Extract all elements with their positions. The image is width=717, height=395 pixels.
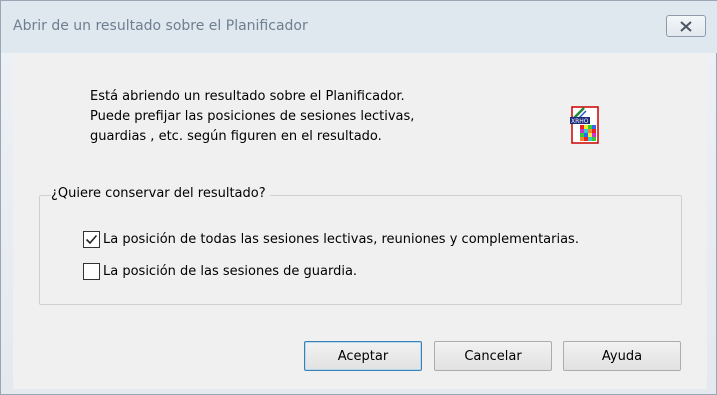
title-bar[interactable]: Abrir de un resultado sobre el Planifica…: [1, 1, 717, 53]
message-line: Está abriendo un resultado sobre el Plan…: [90, 89, 405, 104]
message-line: guardias , etc. según figuren en el resu…: [90, 129, 382, 144]
accept-button[interactable]: Aceptar: [304, 341, 422, 371]
dialog-title: Abrir de un resultado sobre el Planifica…: [13, 18, 308, 34]
dialog-body: Está abriendo un resultado sobre el Plan…: [13, 53, 707, 389]
icon-label: XRHO: [571, 118, 589, 125]
options-group-label: ¿Quiere conservar del resultado?: [51, 186, 270, 201]
close-button[interactable]: [666, 15, 706, 37]
keep-guard-sessions-checkbox[interactable]: [83, 263, 100, 280]
help-button[interactable]: Ayuda: [563, 341, 681, 371]
xrho-document-icon: XRHO: [570, 106, 599, 144]
dialog-window: Abrir de un resultado sobre el Planifica…: [0, 0, 717, 395]
keep-lective-sessions-option[interactable]: La posición de todas las sesiones lectiv…: [83, 231, 579, 248]
keep-lective-sessions-label: La posición de todas las sesiones lectiv…: [103, 232, 579, 247]
info-message: Está abriendo un resultado sobre el Plan…: [90, 87, 414, 147]
close-icon: [680, 20, 692, 32]
keep-guard-sessions-label: La posición de las sesiones de guardia.: [103, 264, 358, 279]
keep-guard-sessions-option[interactable]: La posición de las sesiones de guardia.: [83, 263, 357, 280]
cancel-button[interactable]: Cancelar: [434, 341, 552, 371]
keep-lective-sessions-checkbox[interactable]: [83, 231, 100, 248]
options-groupbox: [39, 195, 682, 305]
message-line: Puede prefijar las posiciones de sesione…: [90, 109, 415, 124]
checkmark-icon: [85, 234, 98, 245]
